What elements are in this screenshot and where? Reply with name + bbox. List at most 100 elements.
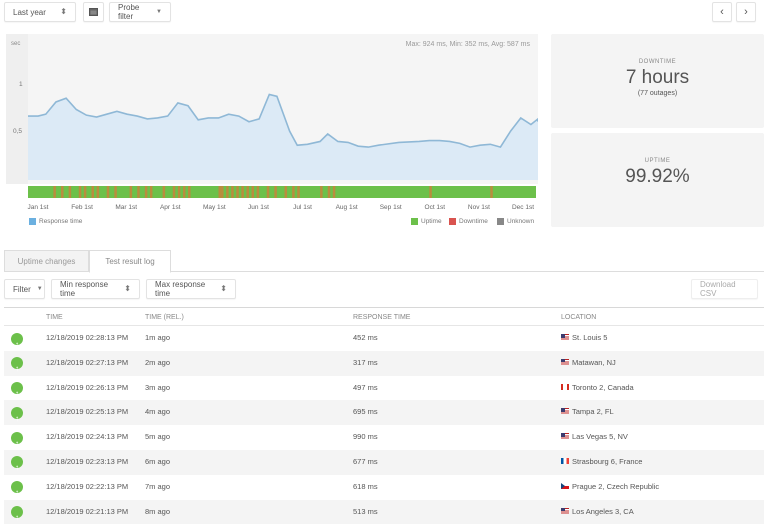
outage-segment[interactable] bbox=[137, 186, 140, 198]
outage-segment[interactable] bbox=[182, 186, 186, 198]
table-row[interactable]: ↑ 12/18/2019 02:22:13 PM 7m ago 618 ms Pragu… bbox=[4, 474, 764, 500]
flag-ca-icon bbox=[561, 383, 569, 390]
legend-swatch-uptime bbox=[411, 218, 418, 225]
col-response-time: RESPONSE TIME bbox=[353, 314, 411, 321]
table-row[interactable]: ↑ 12/18/2019 02:27:13 PM 2m ago 317 ms Mataw… bbox=[4, 350, 764, 376]
outage-segment[interactable] bbox=[246, 186, 249, 198]
outage-segment[interactable] bbox=[320, 186, 323, 198]
outage-segment[interactable] bbox=[221, 186, 224, 198]
min-response-label: Min response time bbox=[60, 280, 109, 298]
row-time: 12/18/2019 02:27:13 PM bbox=[46, 357, 129, 367]
outage-segment[interactable] bbox=[91, 186, 95, 198]
row-location-label: Toronto 2, Canada bbox=[572, 382, 634, 392]
arrow-up-icon: ↑ bbox=[15, 513, 19, 523]
outage-segment[interactable] bbox=[218, 186, 222, 198]
outage-segment[interactable] bbox=[429, 186, 432, 198]
outage-segment[interactable] bbox=[129, 186, 133, 198]
probe-filter-label: Probe filter bbox=[118, 3, 140, 21]
outage-segment[interactable] bbox=[172, 186, 176, 198]
row-response-time: 317 ms bbox=[353, 357, 378, 367]
row-time: 12/18/2019 02:26:13 PM bbox=[46, 382, 129, 392]
tab-uptime-changes-label: Uptime changes bbox=[17, 256, 76, 266]
outage-segment[interactable] bbox=[188, 186, 191, 198]
outage-segment[interactable] bbox=[83, 186, 87, 198]
row-location: Las Vegas 5, NV bbox=[561, 425, 628, 450]
outage-segment[interactable] bbox=[106, 186, 110, 198]
row-location-label: Matawan, NJ bbox=[572, 357, 616, 367]
outage-segment[interactable] bbox=[266, 186, 270, 198]
outage-segment[interactable] bbox=[251, 186, 255, 198]
status-up-icon: ↑ bbox=[11, 431, 23, 448]
outage-count: (77 outages) bbox=[637, 90, 678, 97]
table-row[interactable]: ↑ 12/18/2019 02:25:13 PM 4m ago 695 ms Tampa… bbox=[4, 400, 764, 426]
select-arrows-icon: ⬍ bbox=[60, 7, 67, 16]
response-time-chart: sec 1 0,5 Max: 924 ms, Min: 352 ms, Avg:… bbox=[6, 34, 538, 184]
outage-segment[interactable] bbox=[231, 186, 234, 198]
row-time-rel: 3m ago bbox=[145, 382, 171, 392]
caret-down-icon: ▼ bbox=[36, 286, 43, 292]
flag-us-icon bbox=[561, 358, 569, 365]
legend-unknown-label: Unknown bbox=[507, 218, 535, 225]
outage-segment[interactable] bbox=[297, 186, 300, 198]
outage-segment[interactable] bbox=[241, 186, 244, 198]
max-response-time-sort[interactable]: Max response time ⬍ bbox=[146, 279, 236, 299]
date-range-value: Last year bbox=[13, 7, 46, 17]
row-time: 12/18/2019 02:28:13 PM bbox=[46, 333, 129, 342]
table-row[interactable]: ↑ 12/18/2019 02:28:13 PM 1m ago 452 ms St. L… bbox=[4, 326, 764, 351]
outage-segment[interactable] bbox=[226, 186, 229, 198]
flag-us-icon bbox=[561, 334, 569, 341]
outage-segment[interactable] bbox=[284, 186, 288, 198]
probe-filter-dropdown[interactable]: Probe filter ▼ bbox=[109, 2, 171, 22]
outage-segment[interactable] bbox=[177, 186, 181, 198]
outage-segment[interactable] bbox=[114, 186, 117, 198]
test-result-table: TIME TIME (REL.) RESPONSE TIME LOCATION … bbox=[4, 307, 764, 525]
outage-segment[interactable] bbox=[53, 186, 56, 198]
outage-segment[interactable] bbox=[292, 186, 295, 198]
outage-segment[interactable] bbox=[68, 186, 72, 198]
row-location-label: St. Louis 5 bbox=[572, 333, 608, 342]
outage-segment[interactable] bbox=[149, 186, 153, 198]
table-row[interactable]: ↑ 12/18/2019 02:21:13 PM 8m ago 513 ms Los A… bbox=[4, 499, 764, 525]
row-time: 12/18/2019 02:24:13 PM bbox=[46, 432, 129, 442]
tab-test-result-log[interactable]: Test result log bbox=[89, 250, 171, 273]
outage-segment[interactable] bbox=[96, 186, 100, 198]
prev-period-button[interactable]: ‹ bbox=[712, 2, 732, 22]
outage-segment[interactable] bbox=[236, 186, 239, 198]
legend-swatch-unknown bbox=[497, 218, 504, 225]
status-up-icon: ↑ bbox=[11, 506, 23, 522]
outage-segment[interactable] bbox=[490, 186, 493, 198]
row-time: 12/18/2019 02:22:13 PM bbox=[46, 481, 129, 491]
x-tick-label: Mar 1st bbox=[115, 204, 138, 211]
next-period-button[interactable]: › bbox=[736, 2, 756, 22]
date-range-select[interactable]: Last year ⬍ bbox=[4, 2, 76, 22]
outage-segment[interactable] bbox=[162, 186, 166, 198]
row-response-time: 452 ms bbox=[353, 333, 378, 342]
outage-segment[interactable] bbox=[274, 186, 277, 198]
legend-response-label: Response time bbox=[39, 218, 83, 225]
outage-segment[interactable] bbox=[78, 186, 82, 198]
row-time: 12/18/2019 02:21:13 PM bbox=[46, 506, 129, 516]
table-row[interactable]: ↑ 12/18/2019 02:24:13 PM 5m ago 990 ms Las V… bbox=[4, 425, 764, 450]
calendar-button[interactable] bbox=[83, 2, 104, 22]
table-row[interactable]: ↑ 12/18/2019 02:26:13 PM 3m ago 497 ms Toron… bbox=[4, 375, 764, 401]
row-time-rel: 4m ago bbox=[145, 407, 171, 417]
y-axis-label-sec: sec bbox=[11, 41, 21, 47]
download-csv-button[interactable]: Download CSV bbox=[691, 279, 758, 299]
min-response-time-sort[interactable]: Min response time ⬍ bbox=[51, 279, 140, 299]
row-location-label: Tampa 2, FL bbox=[572, 407, 614, 417]
table-row[interactable]: ↑ 12/18/2019 02:23:13 PM 6m ago 677 ms Stras… bbox=[4, 449, 764, 475]
status-up-icon: ↑ bbox=[11, 332, 23, 349]
status-up-icon: ↑ bbox=[11, 382, 23, 398]
calendar-icon bbox=[89, 8, 98, 16]
outage-segment[interactable] bbox=[256, 186, 260, 198]
col-time-rel: TIME (REL.) bbox=[145, 314, 184, 321]
outage-segment[interactable] bbox=[144, 186, 148, 198]
x-tick-label: Aug 1st bbox=[335, 204, 358, 211]
outage-segment[interactable] bbox=[332, 186, 336, 198]
filter-dropdown[interactable]: Filter ▼ bbox=[4, 279, 45, 299]
chevron-right-icon: › bbox=[744, 6, 748, 18]
outage-segment[interactable] bbox=[61, 186, 64, 198]
tab-uptime-changes[interactable]: Uptime changes bbox=[4, 250, 89, 272]
outage-segment[interactable] bbox=[327, 186, 331, 198]
flag-cz-icon bbox=[561, 482, 569, 489]
